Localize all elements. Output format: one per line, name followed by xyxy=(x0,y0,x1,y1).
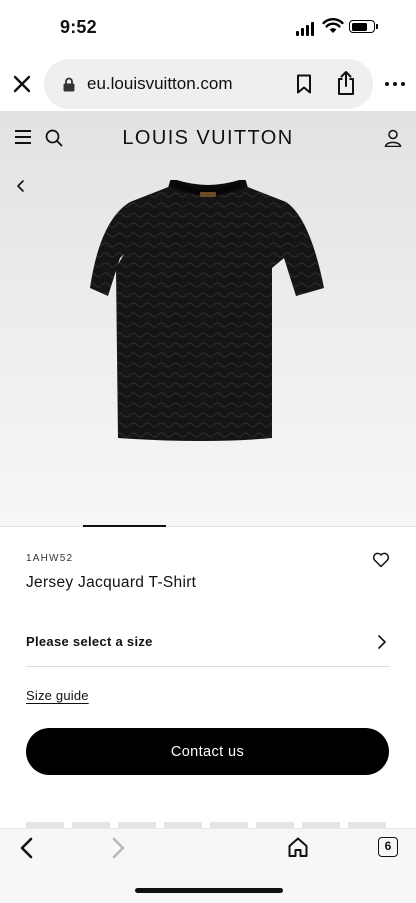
tabs-button[interactable]: 6 xyxy=(378,837,398,857)
size-selector[interactable]: Please select a size xyxy=(26,630,390,667)
user-icon[interactable] xyxy=(384,129,402,147)
url-text[interactable]: eu.louisvuitton.com xyxy=(87,74,233,94)
product-sku: 1AHW52 xyxy=(26,553,74,564)
heart-icon[interactable] xyxy=(372,552,390,568)
chevron-right-icon xyxy=(378,635,386,649)
browser-back-icon[interactable] xyxy=(18,837,36,859)
home-indicator[interactable] xyxy=(135,888,283,893)
close-icon[interactable] xyxy=(12,73,32,95)
product-image xyxy=(90,180,324,441)
product-name: Jersey Jacquard T-Shirt xyxy=(26,574,197,591)
carousel-prev-icon[interactable] xyxy=(14,178,28,194)
carousel-position-indicator xyxy=(83,525,167,527)
brand-logo[interactable]: LOUIS VUITTON xyxy=(0,127,416,150)
more-icon[interactable] xyxy=(385,82,405,86)
battery-icon xyxy=(349,20,375,33)
size-selector-label: Please select a size xyxy=(26,634,153,649)
status-time: 9:52 xyxy=(60,17,97,37)
browser-forward-icon[interactable] xyxy=(109,837,127,859)
battery-nub xyxy=(376,24,378,29)
contact-us-button[interactable]: Contact us xyxy=(26,728,389,775)
size-guide-link[interactable]: Size guide xyxy=(26,688,89,703)
bookmark-icon[interactable] xyxy=(296,74,312,94)
wifi-icon xyxy=(322,18,344,33)
carousel-track xyxy=(0,526,416,527)
share-icon[interactable] xyxy=(336,70,356,96)
cellular-signal-icon xyxy=(296,22,314,36)
home-icon[interactable] xyxy=(287,836,309,858)
lock-icon xyxy=(63,77,75,92)
